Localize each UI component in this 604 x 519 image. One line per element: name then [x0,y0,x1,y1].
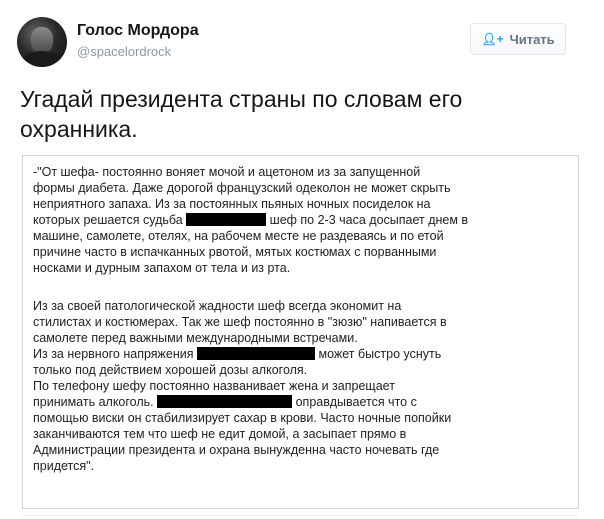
quote-paragraph-1: -"От шефа- постоянно воняет мочой и ацет… [33,164,553,276]
quote-line: -"От шефа- постоянно воняет мочой и ацет… [33,165,421,179]
divider [22,515,579,516]
tweet-text-line: Угадай президента страны по словам его [20,86,463,112]
quote-paragraph-2: Из за своей патологической жадности шеф … [33,298,553,474]
quote-line: самолете перед важными международными вс… [33,331,358,345]
quote-line: принимать алкоголь. оправдывается что с [33,394,553,410]
quote-line-segment: может быстро уснуть [318,347,442,361]
avatar-face [31,27,53,53]
redaction-bar [186,213,267,226]
quote-line: только под действием хорошей дозы алкого… [33,363,308,377]
quote-line-segment: оправдывается что с [295,395,417,409]
quote-line-segment: шеф по 2-3 часа досыпает днем в [269,213,469,227]
user-handle[interactable]: @spacelordrock [77,44,171,59]
quote-line: Администрации президента и охрана вынужд… [33,443,440,457]
quote-line: придется". [33,459,95,473]
quote-line: помощью виски он стабилизирует сахар в к… [33,411,452,425]
quote-line-segment: принимать алкоголь. [33,395,154,409]
redaction-bar [157,395,293,408]
redaction-bar [197,347,316,360]
quote-line: носками и дурным запахом от тела и из рт… [33,261,291,275]
display-name[interactable]: Голос Мордора [77,22,199,40]
quote-line: которых решается судьба шеф по 2-3 часа … [33,212,553,228]
quote-line: Из за своей патологической жадности шеф … [33,299,402,313]
add-user-icon: 👤︎+ [481,32,504,46]
follow-button[interactable]: 👤︎+ Читать [470,23,566,55]
avatar[interactable] [17,17,67,67]
quote-line-segment: Из за нервного напряжения [33,347,194,361]
avatar-shoulders [21,51,63,67]
quote-line-segment: которых решается судьба [33,213,183,227]
quote-line: стилистах и костюмерах. Так же шеф посто… [33,315,447,329]
attached-text-image[interactable]: -"От шефа- постоянно воняет мочой и ацет… [22,155,579,509]
tweet-text-line: охранника. [20,116,138,142]
tweet-text: Угадай президента страны по словам его о… [20,84,540,144]
quote-line: машине, самолете, отелях, на рабочем мес… [33,229,444,243]
follow-button-label: Читать [509,31,555,47]
quote-line: заканчиваются тем что шеф не едит домой,… [33,427,407,441]
quote-line: причине часто в испачканных рвотой, мяты… [33,245,437,259]
quote-line: По телефону шефу постоянно названивает ж… [33,379,395,393]
quote-line: неприятного запаха. Из за постоянных пья… [33,197,431,211]
quote-line: формы диабета. Даже дорогой французский … [33,181,451,195]
quote-line: Из за нервного напряжения может быстро у… [33,346,553,362]
